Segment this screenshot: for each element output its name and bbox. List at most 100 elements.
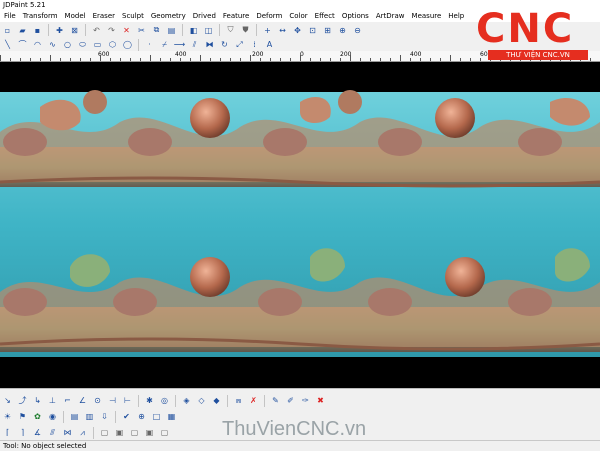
layers-icon[interactable]: ◫ xyxy=(202,24,215,37)
save-icon[interactable]: ▪ xyxy=(31,24,44,37)
ruler-tick xyxy=(280,58,281,61)
visibility-icon[interactable]: ◉ xyxy=(46,410,59,423)
circle-select-icon[interactable]: ◎ xyxy=(158,394,171,407)
corner-trim-icon[interactable]: ⌉ xyxy=(16,426,29,439)
spline-icon[interactable]: ∿ xyxy=(46,38,59,51)
document-icon[interactable]: ▤ xyxy=(68,410,81,423)
add-node-icon[interactable]: + xyxy=(261,24,274,37)
undo-icon[interactable]: ↶ xyxy=(90,24,103,37)
flag-icon[interactable]: ⚑ xyxy=(16,410,29,423)
polyline-icon[interactable]: ⌒ xyxy=(16,38,29,51)
delete-icon[interactable]: ✕ xyxy=(120,24,133,37)
palette-icon[interactable]: ✿ xyxy=(31,410,44,423)
select-line-icon[interactable]: ↘ xyxy=(1,394,14,407)
point-select-icon[interactable]: ✱ xyxy=(143,394,156,407)
lightbulb-icon[interactable]: ☀ xyxy=(1,410,14,423)
copy-icon[interactable]: ⧉ xyxy=(150,24,163,37)
new-file-icon[interactable]: ▫ xyxy=(1,24,14,37)
menu-color[interactable]: Color xyxy=(285,11,310,22)
node-icon[interactable]: ⊙ xyxy=(91,394,104,407)
hook-icon[interactable]: ↳ xyxy=(31,394,44,407)
text-icon[interactable]: A xyxy=(263,38,276,51)
brush-icon[interactable]: ✎ xyxy=(269,394,282,407)
offset-icon[interactable]: ⫽ xyxy=(188,38,201,51)
ruler-tick xyxy=(50,55,51,61)
cut-icon[interactable]: ✂ xyxy=(135,24,148,37)
remove-node-icon[interactable]: ✗ xyxy=(247,394,260,407)
diamond-filled-icon[interactable]: ◆ xyxy=(210,394,223,407)
color-fill-icon[interactable]: ◧ xyxy=(187,24,200,37)
tangent-icon[interactable]: ⊥ xyxy=(46,394,59,407)
arc-icon[interactable]: ◠ xyxy=(31,38,44,51)
curve-icon[interactable]: ⤴ xyxy=(16,394,29,407)
grid-icon[interactable]: ▦ xyxy=(165,410,178,423)
diamond-outline-icon[interactable]: ◇ xyxy=(195,394,208,407)
angle-icon[interactable]: ∡ xyxy=(31,426,44,439)
menu-geometry[interactable]: Geometry xyxy=(147,11,189,22)
redo-icon[interactable]: ↷ xyxy=(105,24,118,37)
join-icon[interactable]: ⋈ xyxy=(61,426,74,439)
menu-file[interactable]: File xyxy=(0,11,19,22)
rectangle-icon[interactable]: ▭ xyxy=(91,38,104,51)
select-box-icon[interactable]: ⊠ xyxy=(68,24,81,37)
open-file-icon[interactable]: ▰ xyxy=(16,24,29,37)
import-icon[interactable]: ⇩ xyxy=(98,410,111,423)
array-icon[interactable]: ⁞ xyxy=(248,38,261,51)
scale-icon[interactable]: ⤢ xyxy=(233,38,246,51)
line-icon[interactable]: ╲ xyxy=(1,38,14,51)
circle-plus-icon[interactable]: ⊕ xyxy=(135,410,148,423)
square-icon[interactable]: □ xyxy=(150,410,163,423)
zoom-window-icon[interactable]: ⊡ xyxy=(306,24,319,37)
menu-artdraw[interactable]: ArtDraw xyxy=(372,11,408,22)
zoom-in-icon[interactable]: ⊕ xyxy=(336,24,349,37)
box3-icon[interactable]: ▢ xyxy=(128,426,141,439)
3d-viewport[interactable] xyxy=(0,62,600,388)
edge-icon[interactable]: ⌈ xyxy=(1,426,14,439)
trim-curve-icon[interactable]: ⊣ xyxy=(106,394,119,407)
corner-icon[interactable]: ⌐ xyxy=(61,394,74,407)
circle-outline-icon[interactable]: ◯ xyxy=(121,38,134,51)
box-icon[interactable]: ▢ xyxy=(98,426,111,439)
menu-options[interactable]: Options xyxy=(338,11,372,22)
ridge-icon[interactable]: ⩘ xyxy=(76,426,89,439)
polygon-icon[interactable]: ⬡ xyxy=(106,38,119,51)
trim-icon[interactable]: ⌿ xyxy=(158,38,171,51)
fillet-icon[interactable]: ⊢ xyxy=(121,394,134,407)
menu-help[interactable]: Help xyxy=(444,11,467,22)
menu-measure[interactable]: Measure xyxy=(408,11,445,22)
merge-icon[interactable]: ⩎ xyxy=(232,394,245,407)
break-icon[interactable]: ⫻ xyxy=(46,426,59,439)
box4-icon[interactable]: ▣ xyxy=(143,426,156,439)
mirror-icon[interactable]: ⧓ xyxy=(203,38,216,51)
copy-doc-icon[interactable]: ▥ xyxy=(83,410,96,423)
menu-deform[interactable]: Deform xyxy=(252,11,285,22)
box2-icon[interactable]: ▣ xyxy=(113,426,126,439)
check-icon[interactable]: ✔ xyxy=(120,410,133,423)
cancel-icon[interactable]: ✖ xyxy=(314,394,327,407)
shield-icon[interactable]: ⛉ xyxy=(224,24,237,37)
paste-icon[interactable]: ▤ xyxy=(165,24,178,37)
menu-sculpt[interactable]: Sculpt xyxy=(118,11,147,22)
circle-icon[interactable]: ○ xyxy=(61,38,74,51)
eraser-icon[interactable]: ✑ xyxy=(299,394,312,407)
rotate-icon[interactable]: ↻ xyxy=(218,38,231,51)
zoom-fit-icon[interactable]: ⊞ xyxy=(321,24,334,37)
extend-icon[interactable]: ⟶ xyxy=(173,38,186,51)
pen-icon[interactable]: ✐ xyxy=(284,394,297,407)
menu-feature[interactable]: Feature xyxy=(219,11,252,22)
pan-icon[interactable]: ✥ xyxy=(291,24,304,37)
ellipse-icon[interactable]: ⬭ xyxy=(76,38,89,51)
shield-outline-icon[interactable]: ⛊ xyxy=(239,24,252,37)
point-icon[interactable]: · xyxy=(143,38,156,51)
crosshair-icon[interactable]: ✚ xyxy=(53,24,66,37)
diamond-icon[interactable]: ◈ xyxy=(180,394,193,407)
zoom-prev-icon[interactable]: ⊖ xyxy=(351,24,364,37)
menu-effect[interactable]: Effect xyxy=(311,11,338,22)
menu-drived[interactable]: Drived xyxy=(189,11,219,22)
box5-icon[interactable]: ▢ xyxy=(158,426,171,439)
menu-model[interactable]: Model xyxy=(61,11,89,22)
measure-distance-icon[interactable]: ↔ xyxy=(276,24,289,37)
menu-eraser[interactable]: Eraser xyxy=(89,11,118,22)
menu-transform[interactable]: Transform xyxy=(19,11,61,22)
snap-icon[interactable]: ∠ xyxy=(76,394,89,407)
